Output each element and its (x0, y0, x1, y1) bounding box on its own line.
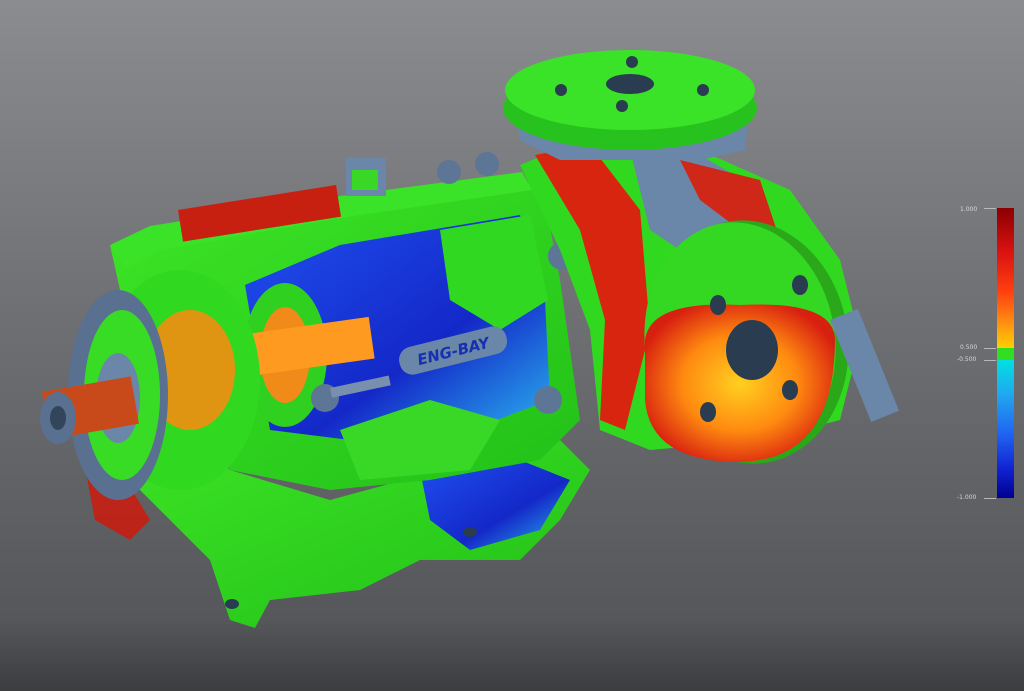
legend-label-min: -1.000 (957, 494, 977, 501)
floor-shadow (0, 620, 1024, 691)
discharge-bore (606, 74, 654, 94)
3d-deviation-viewport[interactable]: ENG-BAY (0, 0, 1024, 691)
foot-hole-2 (463, 527, 477, 537)
legend-label-max: 1.000 (960, 206, 978, 213)
flange-hole-2 (697, 84, 709, 96)
legend-label-upper-tol: 0.500 (960, 344, 978, 351)
pump-model[interactable]: ENG-BAY (0, 50, 1024, 691)
shaft-end-bore (50, 406, 66, 430)
flange-hole-1 (555, 84, 567, 96)
suction-hole-4 (782, 380, 798, 400)
suction-bore (726, 320, 778, 380)
suction-hole-2 (792, 275, 808, 295)
bolt-side-2 (534, 386, 562, 414)
flange-hole-3 (626, 56, 638, 68)
deviation-color-legend: 1.000 0.500 -0.500 -1.000 (956, 202, 1022, 502)
legend-tick-lower (984, 360, 996, 361)
legend-band-green (997, 348, 1014, 360)
legend-tick-min (984, 498, 996, 499)
oiler-green (352, 170, 378, 190)
legend-band-blue (997, 360, 1014, 498)
foot-hole-1 (225, 599, 239, 609)
legend-band-red (997, 208, 1014, 348)
flange-hole-4 (616, 100, 628, 112)
legend-tick-upper (984, 348, 996, 349)
legend-tick-max (984, 208, 996, 209)
bolt-top-1 (437, 160, 461, 184)
legend-label-lower-tol: -0.500 (957, 356, 977, 363)
suction-hole-1 (710, 295, 726, 315)
bolt-top-2 (475, 152, 499, 176)
suction-hole-3 (700, 402, 716, 422)
